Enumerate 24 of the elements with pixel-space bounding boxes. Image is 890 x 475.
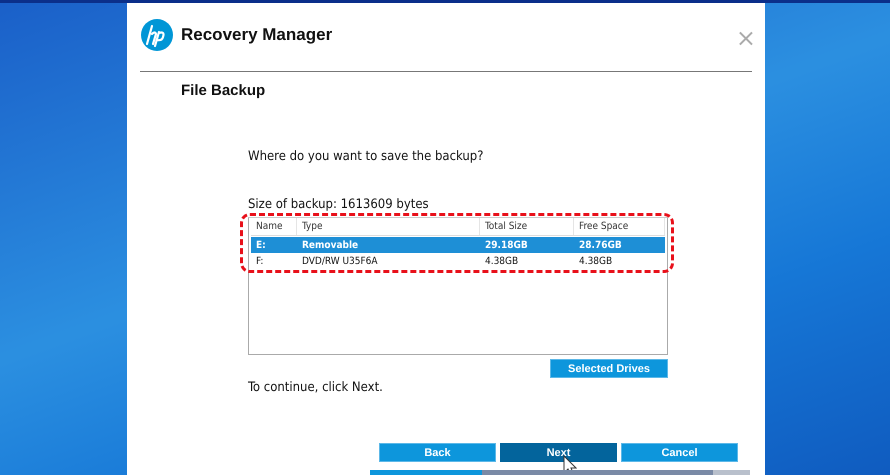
table-cell-text: 4.38GB — [578, 256, 614, 266]
table-cell-text: E: — [255, 240, 267, 250]
column-header[interactable]: Name — [251, 218, 297, 235]
page-title: File Backup — [181, 82, 266, 99]
backup-size-text: Size of backup: 1613609 bytes — [248, 197, 430, 212]
table-cell-text: 4.38GB — [484, 256, 520, 266]
table-cell-text: DVD/RW U35F6A — [301, 256, 379, 266]
nav-button[interactable]: Back — [379, 443, 496, 462]
selected-drives-button[interactable]: Selected Drives — [550, 359, 668, 378]
logo-icon — [141, 19, 173, 51]
question-text: Where do you want to save the backup? — [248, 149, 484, 164]
drive-row[interactable]: E: Removable 29.18GB 28.76GB — [251, 237, 665, 253]
table-cell-text: 29.18GB — [484, 240, 529, 250]
column-header[interactable]: Free Space — [574, 218, 665, 235]
drive-row[interactable]: F: DVD/RW U35F6A 4.38GB 4.38GB — [251, 253, 665, 269]
table-cell-text: Removable — [301, 240, 360, 250]
table-cell-text: 28.76GB — [578, 240, 623, 250]
window-title: Recovery Manager — [181, 25, 332, 45]
table-cell-text: F: — [255, 256, 264, 266]
column-header[interactable]: Total Size — [480, 218, 574, 235]
column-header[interactable]: Type — [297, 218, 480, 235]
nav-button[interactable]: Next — [500, 443, 617, 462]
nav-button[interactable]: Cancel — [621, 443, 738, 462]
hint-text: To continue, click Next. — [248, 380, 384, 395]
